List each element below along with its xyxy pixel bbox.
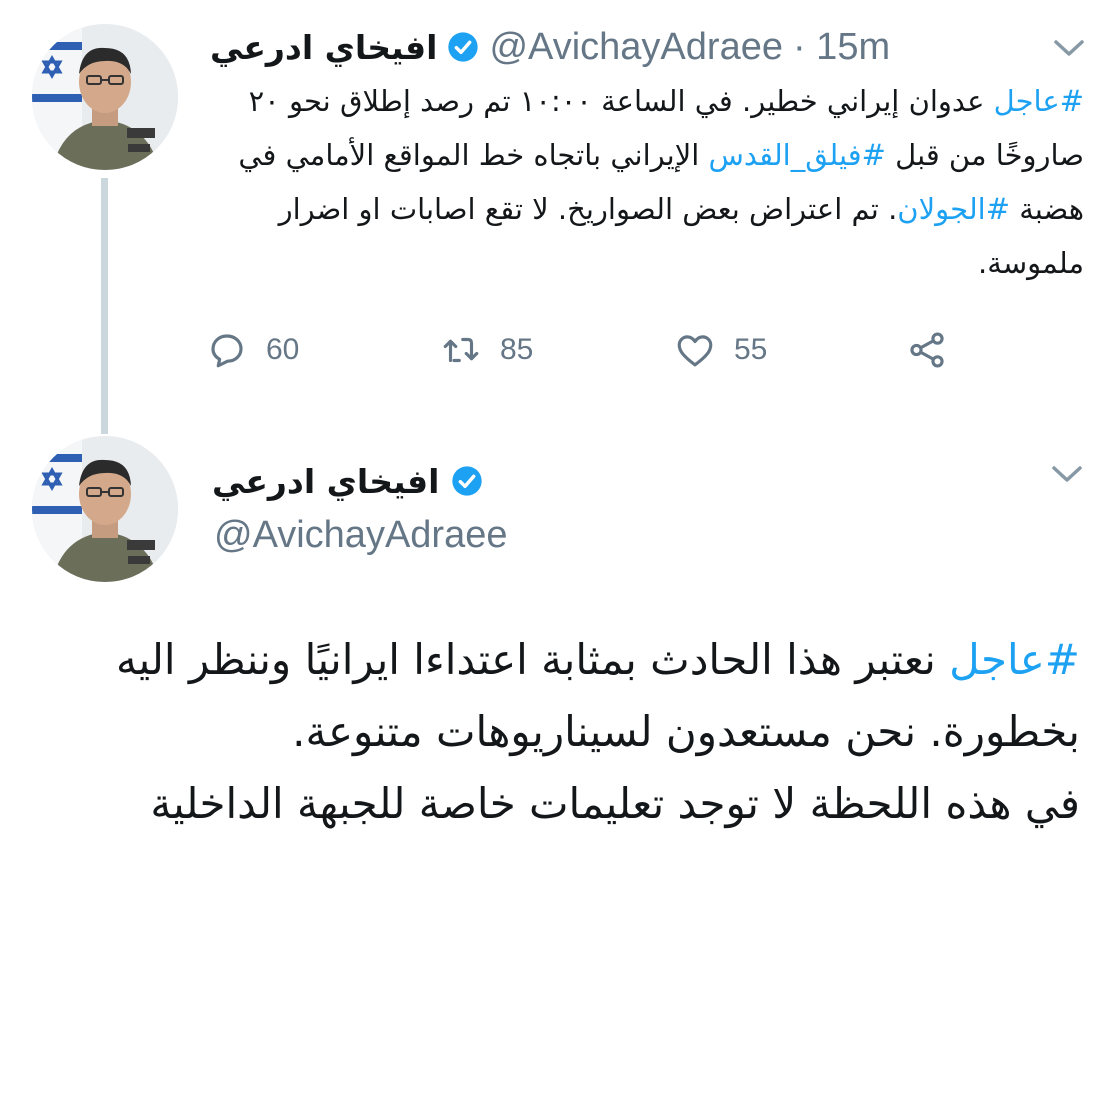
retweet-icon xyxy=(443,337,479,363)
hashtag-link[interactable]: #عاجل xyxy=(994,84,1084,118)
tweet-menu-button[interactable] xyxy=(1052,36,1086,60)
retweet-button[interactable]: 85 xyxy=(440,322,533,378)
reply-count: 60 xyxy=(266,333,300,366)
tweet-header: افيخاي ادرعي @AvichayAdraee · 15m xyxy=(210,22,970,72)
tweet-text: #عاجل عدوان إيراني خطير. في الساعة ١٠:٠٠… xyxy=(200,74,1084,290)
tweet-timestamp[interactable]: · 15m xyxy=(793,26,890,69)
like-count: 55 xyxy=(734,333,768,366)
display-name[interactable]: افيخاي ادرعي xyxy=(210,28,437,67)
user-handle[interactable]: @AvichayAdraee xyxy=(489,26,782,69)
verified-badge-icon xyxy=(452,466,483,496)
tweet-text: #عاجل نعتبر هذا الحادث بمثابة اعتداءا اي… xyxy=(40,624,1080,840)
tweet-text-segment: نعتبر هذا الحادث بمثابة اعتداءا ايرانيًا… xyxy=(115,635,1080,756)
chevron-down-icon xyxy=(1052,466,1082,482)
tweet-menu-button[interactable] xyxy=(1050,462,1084,486)
hashtag-link[interactable]: #الجولان xyxy=(897,192,1010,226)
display-name[interactable]: افيخاي ادرعي xyxy=(212,462,439,501)
like-button[interactable]: 55 xyxy=(674,322,767,378)
user-handle[interactable]: @AvichayAdraee xyxy=(214,514,507,557)
tweet-actions-bar: 60 85 55 xyxy=(206,322,966,378)
share-button[interactable] xyxy=(906,322,948,378)
chevron-down-icon xyxy=(1054,40,1084,56)
thread-connector-line xyxy=(101,178,108,434)
heart-icon xyxy=(677,335,713,367)
reply-button[interactable]: 60 xyxy=(206,322,299,378)
hashtag-link[interactable]: #عاجل xyxy=(949,635,1080,684)
tweet-header: افيخاي ادرعي xyxy=(212,456,483,506)
hashtag-link[interactable]: #فيلق_القدس xyxy=(709,138,886,172)
avatar[interactable] xyxy=(32,436,178,582)
verified-badge-icon xyxy=(448,32,479,62)
profile-photo-icon xyxy=(32,24,178,170)
retweet-count: 85 xyxy=(500,333,534,366)
profile-photo-icon xyxy=(32,436,178,582)
share-icon xyxy=(910,332,944,368)
reply-icon xyxy=(211,334,243,368)
tweet-paragraph: #عاجل نعتبر هذا الحادث بمثابة اعتداءا اي… xyxy=(40,624,1080,768)
tweet-paragraph: في هذه اللحظة لا توجد تعليمات خاصة للجبه… xyxy=(150,779,1080,828)
avatar[interactable] xyxy=(32,24,178,170)
